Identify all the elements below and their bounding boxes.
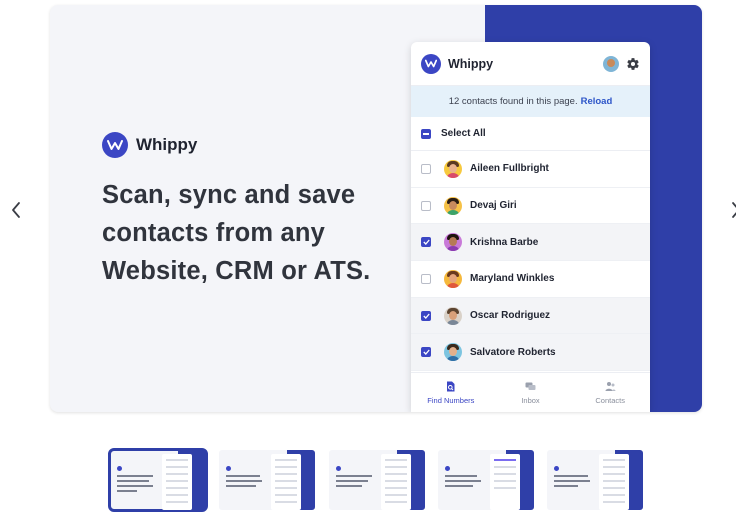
contact-checkbox[interactable]	[421, 310, 431, 321]
carousel-prev-button[interactable]	[6, 196, 26, 224]
reload-link[interactable]: Reload	[581, 96, 613, 107]
thumbnail-strip	[108, 448, 643, 512]
settings-button[interactable]	[626, 57, 640, 71]
contact-row[interactable]: Devaj Giri	[411, 188, 650, 225]
tab-find-numbers[interactable]: Find Numbers	[411, 373, 491, 412]
find-numbers-icon	[447, 381, 455, 391]
tab-label: Find Numbers	[427, 395, 475, 405]
whippy-logo-icon	[102, 132, 128, 158]
contact-checkbox[interactable]	[421, 200, 431, 211]
carousel-slide: Whippy Scan, sync and save contacts from…	[50, 5, 702, 412]
user-avatar[interactable]	[603, 55, 619, 72]
panel-header: Whippy	[411, 42, 650, 86]
thumbnail-5[interactable]	[547, 450, 643, 510]
extension-panel: Whippy 12 contacts found in this page. R…	[411, 42, 650, 412]
contact-row[interactable]: Oscar Rodriguez	[411, 297, 650, 335]
contacts-icon	[605, 381, 616, 391]
contact-name: Aileen Fullbright	[470, 163, 549, 175]
contact-row[interactable]: Krishna Barbe	[411, 224, 650, 262]
panel-title: Whippy	[448, 56, 494, 71]
contact-row[interactable]: Maryland Winkles	[411, 261, 650, 298]
contact-name: Salvatore Roberts	[470, 346, 556, 358]
check-icon	[422, 313, 430, 319]
select-all-label: Select All	[441, 128, 486, 139]
thumbnail-1[interactable]	[108, 448, 208, 512]
contact-list: Aileen Fullbright Devaj Giri Krishna Bar…	[411, 151, 650, 372]
brand-name: Whippy	[136, 135, 198, 154]
contact-name: Krishna Barbe	[470, 236, 539, 248]
brand: Whippy	[102, 132, 197, 158]
check-icon	[422, 349, 430, 356]
whippy-logo-icon	[421, 53, 441, 74]
tab-contacts[interactable]: Contacts	[570, 373, 650, 412]
thumbnail-3[interactable]	[329, 450, 425, 510]
tab-label: Inbox	[521, 395, 540, 405]
thumbnail-2[interactable]	[219, 450, 315, 510]
tab-inbox[interactable]: Inbox	[491, 373, 571, 412]
thumbnail-4[interactable]	[438, 450, 534, 510]
contact-avatar	[444, 306, 462, 325]
contact-checkbox[interactable]	[421, 347, 431, 358]
contact-checkbox[interactable]	[421, 273, 431, 284]
chevron-right-icon	[732, 202, 736, 218]
select-all-row[interactable]: Select All	[411, 117, 650, 151]
contact-avatar	[444, 269, 462, 288]
contact-row[interactable]: Salvatore Roberts	[411, 334, 650, 372]
contact-avatar	[444, 159, 462, 178]
gear-icon	[627, 57, 639, 70]
slide-headline: Scan, sync and save contacts from any We…	[102, 181, 371, 285]
select-all-checkbox[interactable]	[421, 128, 431, 139]
contact-name: Devaj Giri	[470, 200, 517, 212]
notice-text: 12 contacts found in this page.	[448, 96, 578, 107]
tab-label: Contacts	[595, 395, 625, 405]
contacts-found-notice: 12 contacts found in this page. Reload	[411, 86, 650, 117]
panel-tab-bar: Find Numbers Inbox Contacts	[411, 372, 650, 412]
check-icon	[422, 239, 430, 246]
contact-avatar	[444, 233, 462, 252]
chevron-left-icon	[12, 202, 20, 218]
contact-row[interactable]: Aileen Fullbright	[411, 151, 650, 188]
contact-avatar	[444, 343, 462, 362]
carousel-next-button[interactable]	[726, 196, 736, 224]
contact-name: Maryland Winkles	[470, 273, 555, 285]
contact-checkbox[interactable]	[421, 237, 431, 248]
contact-name: Oscar Rodriguez	[470, 310, 551, 322]
inbox-icon	[525, 382, 536, 390]
contact-checkbox[interactable]	[421, 163, 431, 174]
contact-avatar	[444, 196, 462, 215]
